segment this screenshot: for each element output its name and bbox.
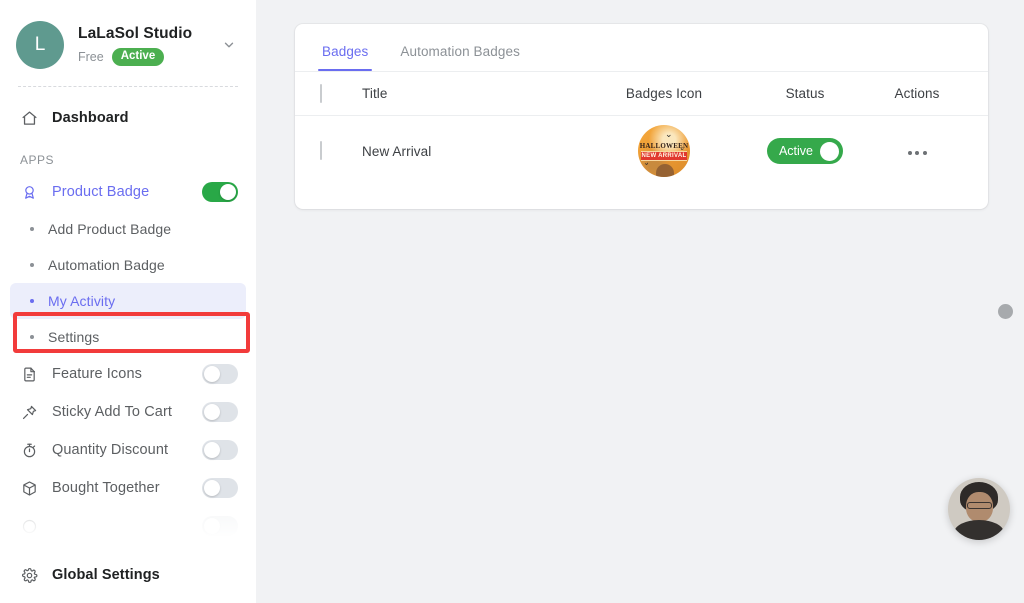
scroll-handle[interactable] xyxy=(998,304,1013,319)
sidebar-item-sticky-add-to-cart[interactable]: Sticky Add To Cart xyxy=(10,393,246,431)
badge-headline: HALLOWEEN xyxy=(639,142,689,150)
sidebar-item-label: Global Settings xyxy=(52,567,160,583)
table-header-row: Title Badges Icon Status Actions xyxy=(295,72,988,116)
bullet-icon xyxy=(30,335,34,339)
sidebar-item-label: Quantity Discount xyxy=(52,442,169,458)
sticky-add-to-cart-toggle[interactable] xyxy=(202,402,238,422)
status-toggle-knob xyxy=(820,141,840,161)
box-icon xyxy=(18,477,40,499)
product-badge-toggle[interactable] xyxy=(202,182,238,202)
app-root: L LaLaSol Studio Free Active Dashboard A… xyxy=(0,0,1024,603)
sidebar-subitem-label: My Activity xyxy=(48,293,116,309)
cell-actions xyxy=(871,142,963,161)
sidebar-item-dashboard[interactable]: Dashboard xyxy=(10,99,246,137)
store-avatar: L xyxy=(16,21,64,69)
sidebar-section-apps: APPS xyxy=(20,153,55,167)
sidebar-item-label: Bought Together xyxy=(52,480,160,496)
tab-automation-badges[interactable]: Automation Badges xyxy=(398,44,522,71)
sidebar-item-quantity-discount[interactable]: Quantity Discount xyxy=(10,431,246,469)
select-all-cell xyxy=(320,83,362,103)
badge-icon xyxy=(18,181,40,203)
row-checkbox[interactable] xyxy=(320,141,322,160)
sidebar-item-label: Sticky Add To Cart xyxy=(52,404,173,420)
badges-table: Title Badges Icon Status Actions New Arr… xyxy=(295,72,988,186)
store-switcher[interactable]: L LaLaSol Studio Free Active xyxy=(0,0,256,72)
sidebar: L LaLaSol Studio Free Active Dashboard A… xyxy=(0,0,256,603)
timer-icon xyxy=(18,439,40,461)
sidebar-item-label: Dashboard xyxy=(52,110,129,126)
sidebar-item-label: Feature Icons xyxy=(52,366,142,382)
support-chat-avatar[interactable] xyxy=(948,478,1010,540)
kebab-menu-icon[interactable] xyxy=(902,145,933,161)
bullet-icon xyxy=(30,263,34,267)
store-meta: LaLaSol Studio Free Active xyxy=(78,24,218,66)
sidebar-item-settings[interactable]: Settings xyxy=(10,319,246,355)
status-toggle-label: Active xyxy=(778,144,814,158)
sidebar-item-product-badge[interactable]: Product Badge xyxy=(10,173,246,211)
badges-card: Badges Automation Badges Title Badges Ic… xyxy=(295,24,988,209)
bought-together-toggle[interactable] xyxy=(202,478,238,498)
tab-badges[interactable]: Badges xyxy=(317,44,373,71)
pumpkin-shape xyxy=(656,164,674,177)
gear-icon xyxy=(18,564,40,586)
feature-icons-toggle[interactable] xyxy=(202,364,238,384)
main-content: Badges Automation Badges Title Badges Ic… xyxy=(256,0,1024,603)
avatar-body xyxy=(954,520,1004,540)
sidebar-item-partially-hidden[interactable] xyxy=(10,507,246,545)
row-select-cell xyxy=(320,141,362,160)
column-header-status: Status xyxy=(785,86,825,101)
store-plan-row: Free Active xyxy=(78,48,218,66)
bullet-icon xyxy=(30,299,34,303)
bullet-icon xyxy=(30,227,34,231)
cell-badges-icon: ⌄ ⌄ ⌄ HALLOWEEN NEW ARRIVAL xyxy=(589,125,739,177)
tab-bar: Badges Automation Badges xyxy=(295,24,988,72)
column-header-title: Title xyxy=(362,86,388,101)
bat-icon: ⌄ xyxy=(665,129,673,139)
sidebar-item-label: Product Badge xyxy=(52,184,150,200)
sidebar-subitem-label: Automation Badge xyxy=(48,257,165,273)
badge-ribbon: NEW ARRIVAL xyxy=(641,151,687,161)
sidebar-item-add-product-badge[interactable]: Add Product Badge xyxy=(10,211,246,247)
sidebar-item-feature-icons[interactable]: Feature Icons xyxy=(10,355,246,393)
sidebar-subitem-label: Add Product Badge xyxy=(48,221,172,237)
sidebar-footer: Global Settings xyxy=(0,547,256,603)
cell-title: New Arrival xyxy=(362,143,432,159)
store-name: LaLaSol Studio xyxy=(78,25,193,42)
status-badge: Active xyxy=(111,48,165,66)
column-header-actions: Actions xyxy=(894,86,940,101)
halloween-new-arrival-badge-icon: ⌄ ⌄ ⌄ HALLOWEEN NEW ARRIVAL xyxy=(638,125,690,177)
sidebar-item-my-activity[interactable]: My Activity xyxy=(10,283,246,319)
home-icon xyxy=(18,107,40,129)
sidebar-item-global-settings[interactable]: Global Settings xyxy=(10,556,246,594)
circle-icon xyxy=(18,515,40,537)
cell-status: Active xyxy=(739,138,871,164)
document-icon xyxy=(18,363,40,385)
status-toggle[interactable]: Active xyxy=(766,138,844,164)
sidebar-item-automation-badge[interactable]: Automation Badge xyxy=(10,247,246,283)
pin-icon xyxy=(18,401,40,423)
plan-label: Free xyxy=(78,50,104,64)
select-all-checkbox[interactable] xyxy=(320,83,322,103)
table-row: New Arrival ⌄ ⌄ ⌄ HALLOWEEN NEW ARRIVAL xyxy=(295,116,988,186)
sidebar-item-bought-together[interactable]: Bought Together xyxy=(10,469,246,507)
hidden-app-toggle[interactable] xyxy=(202,516,238,536)
column-header-badges-icon: Badges Icon xyxy=(625,86,703,101)
sidebar-subitem-label: Settings xyxy=(48,329,100,345)
quantity-discount-toggle[interactable] xyxy=(202,440,238,460)
sidebar-nav: Dashboard APPS Product Badge Add Product… xyxy=(0,87,256,545)
avatar-glasses xyxy=(967,502,992,509)
chevron-down-icon[interactable] xyxy=(218,34,240,56)
